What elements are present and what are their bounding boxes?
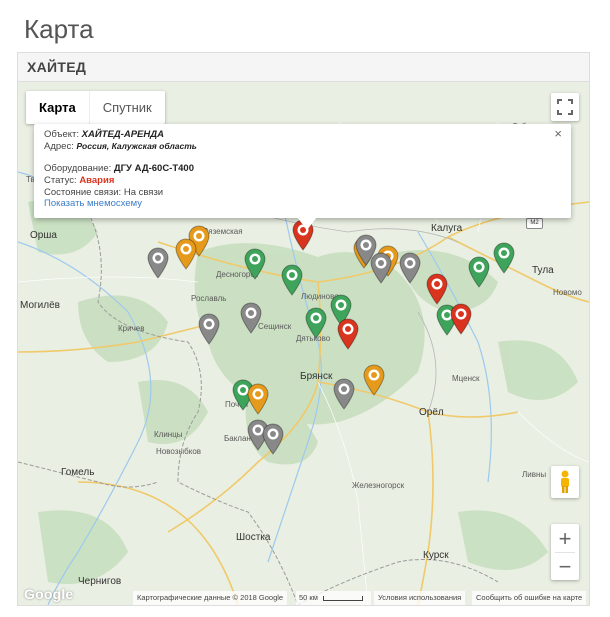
map-pin-icon — [370, 252, 392, 284]
marker-warning[interactable] — [362, 363, 386, 397]
info-link-row: Состояние связи: На связи — [44, 187, 163, 198]
marker-offline[interactable] — [146, 246, 170, 280]
show-scheme-link[interactable]: Показать мнемосхему — [44, 198, 142, 209]
marker-warning[interactable] — [174, 237, 198, 271]
map-view[interactable]: ЛобняГлинкаОршаВяземскаяКалугаТулаНовомо… — [18, 82, 589, 605]
marker-ok[interactable] — [243, 247, 267, 281]
map-panel: ХАЙТЕД Орша Вяземская Калуга Тула Новомо… — [17, 52, 590, 606]
map-pin-icon — [450, 303, 472, 335]
place-label: Мценск — [452, 374, 480, 383]
panel-header: ХАЙТЕД — [18, 53, 589, 82]
highway-badge: M2 — [526, 218, 543, 229]
map-pin-icon — [262, 423, 284, 455]
page-title: Карта — [24, 14, 94, 44]
info-object-row: Объект: ХАЙТЕД-АРЕНДА — [44, 129, 164, 140]
map-pin-icon — [175, 238, 197, 270]
map-type-control: Карта Спутник — [26, 91, 165, 124]
marker-offline[interactable] — [239, 301, 263, 335]
map-pin-icon — [247, 383, 269, 415]
marker-ok[interactable] — [280, 263, 304, 297]
zoom-control: + − — [551, 524, 579, 580]
place-label: Калуга — [431, 223, 463, 234]
map-pin-icon — [426, 273, 448, 305]
fullscreen-button[interactable] — [551, 93, 579, 121]
info-link-value: На связи — [123, 187, 164, 198]
pegman-icon — [561, 470, 569, 493]
place-label: Железногорск — [352, 481, 405, 490]
map-pin-icon — [333, 378, 355, 410]
place-label: Орша — [30, 230, 57, 241]
map-type-map-button[interactable]: Карта — [26, 91, 90, 124]
marker-alarm[interactable] — [425, 272, 449, 306]
place-label: Клинцы — [154, 430, 183, 439]
marker-offline[interactable] — [398, 251, 422, 285]
marker-alarm[interactable] — [336, 317, 360, 351]
info-status-label: Статус: — [44, 175, 77, 186]
map-pin-icon — [493, 242, 515, 274]
marker-alarm[interactable] — [449, 302, 473, 336]
place-label: Тула — [532, 265, 554, 276]
map-pin-icon — [198, 313, 220, 345]
info-object-label: Объект: — [44, 129, 79, 140]
report-error-link[interactable]: Сообщить об ошибке на карте — [472, 591, 587, 605]
scale-line — [322, 595, 363, 601]
fullscreen-icon — [557, 99, 573, 115]
place-label: Могилёв — [20, 300, 60, 311]
google-logo: Google — [24, 586, 74, 602]
map-pin-icon — [244, 248, 266, 280]
info-object-value: ХАЙТЕД-АРЕНДА — [81, 129, 164, 140]
street-view-pegman[interactable] — [551, 466, 579, 498]
terms-link[interactable]: Условия использования — [374, 591, 466, 605]
zoom-out-button[interactable]: − — [559, 553, 572, 580]
marker-offline[interactable] — [261, 422, 285, 456]
scale-label: 50 км — [299, 593, 318, 602]
map-pin-icon — [363, 364, 385, 396]
marker-offline[interactable] — [369, 251, 393, 285]
place-label: Ливны — [522, 470, 547, 479]
map-type-satellite-button[interactable]: Спутник — [90, 91, 165, 124]
info-equipment-value: ДГУ АД-60С-Т400 — [113, 163, 194, 174]
info-status-row: Статус: Авария — [44, 175, 114, 186]
info-address-label: Адрес: — [44, 141, 74, 152]
info-link-label: Состояние связи: — [44, 187, 122, 198]
place-label: Гомель — [61, 467, 95, 478]
map-pin-icon — [399, 252, 421, 284]
place-label: Брянск — [300, 371, 333, 382]
map-pin-icon — [337, 318, 359, 350]
place-label: Новозыбков — [156, 447, 202, 456]
map-pin-icon — [281, 264, 303, 296]
info-address-value: Россия, Калужская область — [76, 141, 197, 151]
marker-ok[interactable] — [467, 255, 491, 289]
map-attribution: Картографические данные © 2018 Google — [133, 591, 288, 605]
map-pin-icon — [240, 302, 262, 334]
marker-offline[interactable] — [332, 377, 356, 411]
place-label: Орёл — [419, 407, 444, 418]
marker-ok[interactable] — [304, 306, 328, 340]
info-address-row: Адрес: Россия, Калужская область — [44, 141, 197, 152]
info-close-button[interactable]: × — [554, 126, 562, 141]
info-equipment-row: Оборудование: ДГУ АД-60С-Т400 — [44, 163, 194, 174]
scale-bar[interactable]: 50 км — [296, 591, 371, 605]
map-pin-icon — [305, 307, 327, 339]
info-window: × Объект: ХАЙТЕД-АРЕНДА Адрес: Россия, К… — [34, 124, 571, 230]
place-label: Кричев — [118, 324, 145, 333]
marker-warning[interactable] — [246, 382, 270, 416]
map-pin-icon — [147, 247, 169, 279]
marker-ok[interactable] — [492, 241, 516, 275]
place-label: Курск — [423, 550, 449, 561]
info-status-value: Авария — [79, 175, 115, 186]
place-label: Шостка — [236, 532, 271, 543]
place-label: Рославль — [191, 294, 227, 303]
info-window-tail — [297, 217, 317, 230]
zoom-in-button[interactable]: + — [559, 525, 572, 552]
info-equipment-label: Оборудование: — [44, 163, 112, 174]
marker-offline[interactable] — [197, 312, 221, 346]
map-pin-icon — [468, 256, 490, 288]
place-label: Новомо — [553, 288, 582, 297]
place-label: Чернигов — [78, 576, 122, 587]
